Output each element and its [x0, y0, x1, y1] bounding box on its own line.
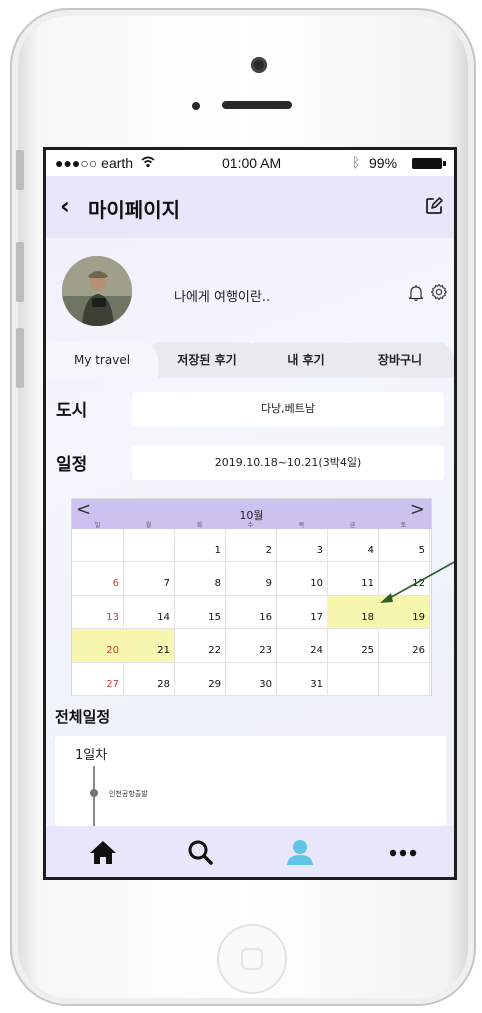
wifi-icon — [141, 156, 155, 168]
weekday-wed: 수 — [247, 522, 254, 529]
weekday-tue: 화 — [196, 522, 203, 529]
calendar-day[interactable]: 25 — [327, 629, 379, 663]
city-row: 도시 다낭,베트남 — [46, 386, 454, 430]
calendar-day[interactable]: 29 — [174, 662, 226, 696]
user-icon[interactable] — [285, 838, 315, 866]
front-camera — [251, 57, 267, 73]
calendar-day[interactable]: 24 — [276, 629, 328, 663]
calendar-day[interactable]: 14 — [123, 595, 175, 630]
side-button — [16, 150, 24, 190]
calendar-empty-cell — [123, 529, 175, 563]
more-icon[interactable] — [388, 838, 418, 866]
tab-my-travel[interactable]: My travel — [46, 342, 158, 378]
calendar-day[interactable]: 11 — [327, 562, 379, 596]
profile-section: 나에게 여행이란.. — [46, 238, 454, 338]
calendar-day[interactable]: 20 — [72, 629, 124, 663]
calendar-day[interactable]: 30 — [225, 662, 277, 696]
schedule-row: 일정 2019.10.18~10.21(3박4일) — [46, 440, 454, 484]
avatar-photo — [62, 256, 132, 326]
calendar-day[interactable]: 5 — [378, 529, 430, 563]
app-screen: ●●●○○ earth 01:00 AM ᛒ 99% ‹ 마이페이지 나에게 여… — [43, 147, 457, 880]
weekday-sun: 일 — [94, 522, 101, 529]
tab-saved-reviews[interactable]: 저장된 후기 — [151, 342, 263, 378]
carrier-label: ●●●○○ earth — [55, 155, 134, 171]
weekday-sat: 토 — [400, 522, 407, 529]
gear-icon[interactable] — [430, 283, 448, 301]
home-icon[interactable] — [88, 838, 118, 866]
schedule-value[interactable]: 2019.10.18~10.21(3박4일) — [132, 446, 444, 480]
calendar-day[interactable]: 8 — [174, 562, 226, 596]
calendar-empty-cell — [378, 662, 430, 696]
calendar-day[interactable]: 27 — [72, 662, 124, 696]
bluetooth-icon: ᛒ — [352, 154, 361, 170]
calendar-day[interactable]: 3 — [276, 529, 328, 563]
battery-icon — [412, 158, 446, 169]
status-time: 01:00 AM — [222, 155, 282, 171]
calendar-day[interactable]: 17 — [276, 595, 328, 630]
city-label: 도시 — [56, 401, 88, 421]
page-header: ‹ 마이페이지 — [46, 176, 454, 238]
tab-saved-reviews-label: 저장된 후기 — [177, 353, 237, 367]
search-icon[interactable] — [186, 838, 216, 866]
calendar-day[interactable]: 31 — [276, 662, 328, 696]
weekday-thu: 목 — [298, 522, 305, 529]
calendar-day[interactable]: 15 — [174, 595, 226, 630]
calendar-empty-cell — [72, 529, 124, 563]
home-button[interactable] — [217, 924, 287, 994]
calendar-day[interactable]: 22 — [174, 629, 226, 663]
calendar-day[interactable]: 2 — [225, 529, 277, 563]
weekday-fri: 금 — [349, 522, 356, 529]
volume-up-button — [16, 242, 24, 302]
city-value[interactable]: 다낭,베트남 — [132, 392, 444, 426]
tab-my-reviews[interactable]: 내 후기 — [251, 342, 361, 378]
weekday-mon: 월 — [145, 522, 152, 529]
edit-icon[interactable] — [424, 196, 444, 216]
battery-percent: 99% — [369, 155, 398, 171]
tab-my-travel-label: My travel — [73, 353, 131, 367]
timeline-dot — [90, 789, 98, 797]
status-bar: ●●●○○ earth 01:00 AM ᛒ 99% — [46, 150, 454, 176]
calendar-next-button[interactable]: > — [410, 499, 425, 520]
itinerary-card[interactable]: 1일차 인천공항출발 — [55, 736, 446, 826]
tab-cart[interactable]: 장바구니 — [346, 342, 454, 378]
calendar-day[interactable]: 26 — [378, 629, 430, 663]
profile-bio: 나에게 여행이란.. — [174, 290, 271, 305]
earpiece-speaker — [222, 101, 292, 109]
calendar-day[interactable]: 23 — [225, 629, 277, 663]
calendar-day[interactable]: 1 — [174, 529, 226, 563]
calendar-day[interactable]: 16 — [225, 595, 277, 630]
calendar-day[interactable]: 21 — [123, 629, 175, 663]
calendar-day[interactable]: 18 — [327, 595, 379, 630]
calendar-header: < 10월 > 일 월 화 수 목 금 토 — [72, 499, 431, 529]
itinerary-day: 1일차 — [75, 748, 108, 763]
bell-icon[interactable] — [408, 284, 424, 302]
schedule-label: 일정 — [56, 455, 88, 475]
back-button[interactable]: ‹ — [60, 192, 70, 220]
calendar-empty-cell — [327, 662, 379, 696]
calendar-day[interactable]: 13 — [72, 595, 124, 630]
calendar-day[interactable]: 6 — [72, 562, 124, 596]
tab-cart-label: 장바구니 — [377, 353, 423, 367]
calendar-day[interactable]: 9 — [225, 562, 277, 596]
volume-down-button — [16, 328, 24, 388]
avatar[interactable] — [62, 256, 132, 326]
calendar-day[interactable]: 19 — [378, 595, 430, 630]
tab-my-reviews-label: 내 후기 — [287, 353, 325, 367]
bottom-tab-bar — [46, 826, 454, 877]
calendar-day[interactable]: 7 — [123, 562, 175, 596]
itinerary-title: 전체일정 — [55, 708, 111, 726]
calendar-day[interactable]: 12 — [378, 562, 430, 596]
sensor — [192, 102, 200, 110]
calendar-day[interactable]: 4 — [327, 529, 379, 563]
calendar-day[interactable]: 28 — [123, 662, 175, 696]
calendar-day[interactable]: 10 — [276, 562, 328, 596]
calendar: < 10월 > 일 월 화 수 목 금 토 1 2 3 4 5 6 7 8 9 10 11 12 13 1… — [71, 498, 432, 696]
page-title: 마이페이지 — [88, 198, 180, 222]
tab-bar-top: 장바구니 내 후기 저장된 후기 My travel — [46, 342, 454, 378]
home-button-icon — [241, 948, 263, 970]
itinerary-stop: 인천공항출발 — [109, 790, 148, 798]
